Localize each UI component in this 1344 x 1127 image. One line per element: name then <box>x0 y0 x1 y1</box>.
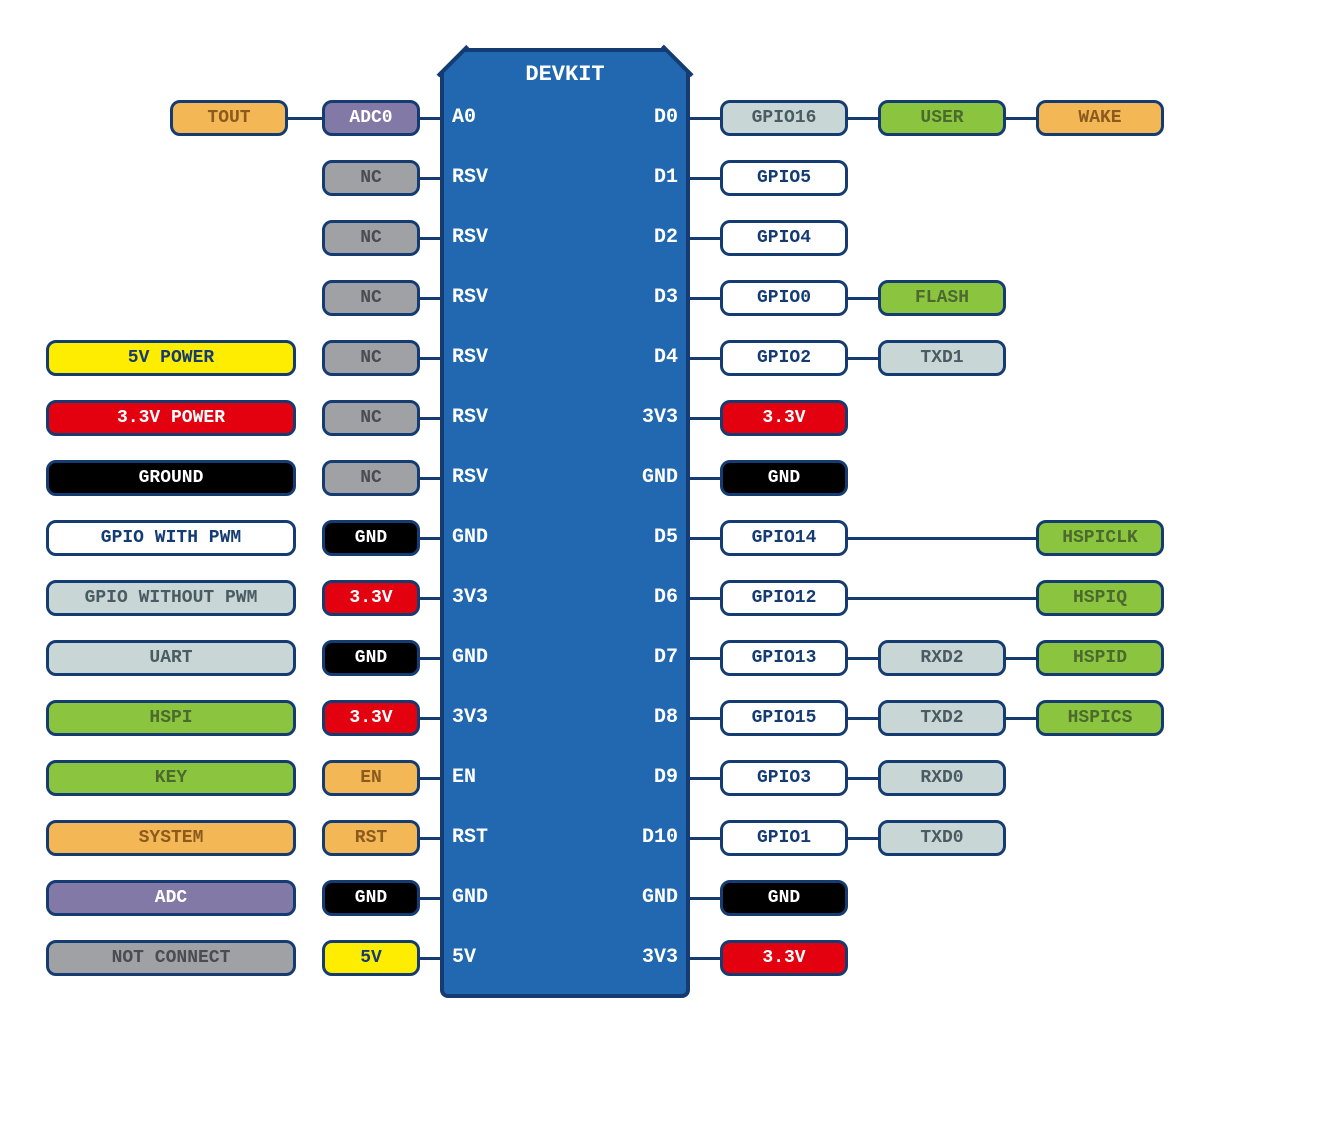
right-pin-14: 3V3 <box>598 946 678 969</box>
left-r14-c2: 5V <box>322 940 420 976</box>
right-r9-c1: RXD2 <box>878 640 1006 676</box>
right-r10-c1: TXD2 <box>878 700 1006 736</box>
right-pin-3: D3 <box>598 286 678 309</box>
right-pin-7: D5 <box>598 526 678 549</box>
right-r3-c0: GPIO0 <box>720 280 848 316</box>
right-r9-c2: HSPID <box>1036 640 1164 676</box>
left-r4-c2: NC <box>322 340 420 376</box>
right-r12-c0: GPIO1 <box>720 820 848 856</box>
left-r10-c2: 3.3V <box>322 700 420 736</box>
left-pin-10: 3V3 <box>452 706 532 729</box>
right-r7-c0: GPIO14 <box>720 520 848 556</box>
right-r7-c2: HSPICLK <box>1036 520 1164 556</box>
left-r12-c2: RST <box>322 820 420 856</box>
left-r3-c2: NC <box>322 280 420 316</box>
left-r5-c2: NC <box>322 400 420 436</box>
legend-pwr5v: 5V POWER <box>46 340 296 376</box>
right-r6-c0: GND <box>720 460 848 496</box>
right-pin-8: D6 <box>598 586 678 609</box>
left-pin-11: EN <box>452 766 532 789</box>
right-r3-c1: FLASH <box>878 280 1006 316</box>
right-r2-c0: GPIO4 <box>720 220 848 256</box>
right-r8-c0: GPIO12 <box>720 580 848 616</box>
left-r7-c2: GND <box>322 520 420 556</box>
legend-gnd: GROUND <box>46 460 296 496</box>
right-r14-c0: 3.3V <box>720 940 848 976</box>
right-r9-c0: GPIO13 <box>720 640 848 676</box>
right-r0-c0: GPIO16 <box>720 100 848 136</box>
legend-hspi: HSPI <box>46 700 296 736</box>
right-r13-c0: GND <box>720 880 848 916</box>
right-pin-13: GND <box>598 886 678 909</box>
right-pin-4: D4 <box>598 346 678 369</box>
right-r11-c0: GPIO3 <box>720 760 848 796</box>
right-pin-10: D8 <box>598 706 678 729</box>
left-pin-14: 5V <box>452 946 532 969</box>
right-r5-c0: 3.3V <box>720 400 848 436</box>
left-pin-12: RST <box>452 826 532 849</box>
right-r8-c2: HSPIQ <box>1036 580 1164 616</box>
right-r10-c0: GPIO15 <box>720 700 848 736</box>
right-pin-5: 3V3 <box>598 406 678 429</box>
left-pin-4: RSV <box>452 346 532 369</box>
left-pin-8: 3V3 <box>452 586 532 609</box>
legend-uart: UART <box>46 640 296 676</box>
right-r12-c1: TXD0 <box>878 820 1006 856</box>
right-pin-11: D9 <box>598 766 678 789</box>
legend-pwr3v3: 3.3V POWER <box>46 400 296 436</box>
left-pin-13: GND <box>452 886 532 909</box>
right-r11-c1: RXD0 <box>878 760 1006 796</box>
legend-system: SYSTEM <box>46 820 296 856</box>
left-r2-c2: NC <box>322 220 420 256</box>
right-r4-c0: GPIO2 <box>720 340 848 376</box>
right-r0-c2: WAKE <box>1036 100 1164 136</box>
right-r10-c2: HSPICS <box>1036 700 1164 736</box>
left-r8-c2: 3.3V <box>322 580 420 616</box>
left-r11-c2: EN <box>322 760 420 796</box>
legend-adc: ADC <box>46 880 296 916</box>
left-pin-6: RSV <box>452 466 532 489</box>
left-pin-5: RSV <box>452 406 532 429</box>
left-pin-1: RSV <box>452 166 532 189</box>
module-body <box>440 48 690 998</box>
legend-gpio_pwm: GPIO WITH PWM <box>46 520 296 556</box>
right-pin-9: D7 <box>598 646 678 669</box>
right-pin-0: D0 <box>598 106 678 129</box>
legend-key: KEY <box>46 760 296 796</box>
left-r0-c2: ADC0 <box>322 100 420 136</box>
left-pin-2: RSV <box>452 226 532 249</box>
pinout-diagram: DEVKIT A0 D0 RSV D1 RSV D2 RSV D3 RSV D4 RSV 3V3 RSV G… <box>0 0 1344 1127</box>
right-pin-12: D10 <box>598 826 678 849</box>
right-pin-6: GND <box>598 466 678 489</box>
right-r4-c1: TXD1 <box>878 340 1006 376</box>
left-r0-c1: TOUT <box>170 100 288 136</box>
right-r1-c0: GPIO5 <box>720 160 848 196</box>
legend-gpio_nopwm: GPIO WITHOUT PWM <box>46 580 296 616</box>
left-r13-c2: GND <box>322 880 420 916</box>
right-pin-2: D2 <box>598 226 678 249</box>
module-title: DEVKIT <box>440 62 690 87</box>
left-r9-c2: GND <box>322 640 420 676</box>
left-r1-c2: NC <box>322 160 420 196</box>
right-r0-c1: USER <box>878 100 1006 136</box>
left-pin-3: RSV <box>452 286 532 309</box>
left-r6-c2: NC <box>322 460 420 496</box>
legend-nc: NOT CONNECT <box>46 940 296 976</box>
left-pin-0: A0 <box>452 106 532 129</box>
left-pin-9: GND <box>452 646 532 669</box>
right-pin-1: D1 <box>598 166 678 189</box>
left-pin-7: GND <box>452 526 532 549</box>
